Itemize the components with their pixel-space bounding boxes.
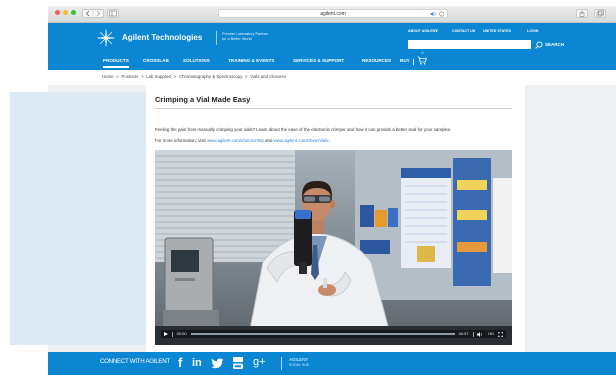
cart-icon[interactable] bbox=[417, 56, 427, 65]
speaker-icon[interactable] bbox=[430, 11, 437, 17]
nav-services-support[interactable]: SERVICES & SUPPORT bbox=[293, 58, 344, 64]
more-info-line: For more information, visit www.agilent.… bbox=[155, 138, 330, 143]
back-icon[interactable] bbox=[85, 10, 90, 17]
breadcrumb-separator: > bbox=[116, 74, 119, 79]
video-controls: 00:00 00:57 HD bbox=[161, 330, 506, 338]
video-frame bbox=[155, 150, 512, 345]
contact-us-link[interactable]: CONTACT US bbox=[452, 29, 475, 34]
breadcrumb-separator: > bbox=[245, 74, 248, 79]
video-current-time: 00:00 bbox=[176, 331, 187, 336]
play-icon[interactable] bbox=[164, 332, 168, 336]
zoom-window-button[interactable] bbox=[71, 10, 76, 15]
controls-divider bbox=[472, 331, 474, 337]
search-input[interactable] bbox=[408, 40, 531, 49]
controls-divider bbox=[172, 331, 173, 337]
more-info-prefix: For more information, visit bbox=[155, 138, 206, 143]
address-bar[interactable]: agilent.com bbox=[218, 9, 448, 18]
background-panel bbox=[10, 92, 146, 345]
title-divider bbox=[155, 108, 512, 109]
vials-link[interactable]: www.agilent.com/chem/vials bbox=[274, 138, 329, 143]
social-hub-title[interactable]: AGILENT bbox=[289, 357, 308, 363]
linkedin-icon[interactable]: in bbox=[192, 358, 202, 369]
electronic-crimper bbox=[294, 210, 312, 274]
youtube-icon[interactable] bbox=[232, 356, 244, 370]
fullscreen-icon[interactable] bbox=[498, 331, 503, 337]
nav-buy[interactable]: BUY bbox=[400, 58, 410, 64]
search-icon[interactable] bbox=[535, 40, 543, 49]
forward-icon[interactable] bbox=[96, 10, 101, 17]
video-player[interactable]: 00:00 00:57 HD bbox=[155, 150, 512, 345]
share-button[interactable] bbox=[576, 9, 588, 18]
tabs-icon bbox=[596, 10, 604, 17]
volume-icon[interactable] bbox=[477, 331, 484, 337]
minimize-window-button[interactable] bbox=[63, 10, 68, 15]
footer-divider bbox=[281, 357, 282, 370]
breadcrumb-lab-supplies[interactable]: Lab Supplies bbox=[146, 74, 171, 79]
breadcrumb-separator: > bbox=[173, 74, 177, 79]
breadcrumb-chromatography[interactable]: Chromatography & Spectroscopy bbox=[179, 74, 242, 79]
hd-quality-toggle[interactable]: HD bbox=[488, 332, 494, 336]
lab-instrument bbox=[163, 237, 219, 330]
reload-icon[interactable] bbox=[439, 11, 445, 17]
more-info-suffix: . bbox=[328, 138, 330, 143]
chevron-down-icon bbox=[435, 30, 438, 33]
close-window-button[interactable] bbox=[55, 10, 60, 15]
back-forward-group bbox=[82, 9, 104, 18]
nav-training-events[interactable]: TRAINING & EVENTS bbox=[228, 58, 274, 64]
video-total-time: 00:57 bbox=[458, 331, 469, 336]
tagline-line-2: for a Better World bbox=[222, 37, 252, 41]
video-progress-bar[interactable] bbox=[190, 333, 455, 335]
breadcrumb-separator: > bbox=[141, 74, 144, 79]
googleplus-icon[interactable]: g+ bbox=[253, 357, 266, 368]
header-divider bbox=[216, 31, 217, 45]
nav-solutions[interactable]: SOLUTIONS bbox=[183, 58, 210, 64]
nav-products[interactable]: PRODUCTS bbox=[103, 58, 129, 64]
search-button[interactable]: SEARCH bbox=[545, 42, 564, 48]
page-title: Crimping a Vial Made Easy bbox=[155, 95, 251, 104]
country-selector-link[interactable]: UNITED STATES bbox=[483, 29, 511, 34]
breadcrumb-vials-closures[interactable]: Vials and Closures bbox=[250, 74, 286, 79]
breadcrumb-home[interactable]: Home bbox=[102, 74, 113, 79]
about-agilent-link[interactable]: ABOUT AGILENT bbox=[408, 29, 437, 34]
nav-active-indicator bbox=[103, 66, 129, 68]
agilent-spark-logo-icon[interactable] bbox=[97, 29, 115, 47]
login-link[interactable]: LOGIN bbox=[527, 29, 538, 34]
facebook-icon[interactable]: f bbox=[178, 356, 182, 369]
nav-divider bbox=[413, 58, 414, 65]
twitter-icon[interactable] bbox=[211, 358, 224, 369]
nav-resources[interactable]: RESOURCES bbox=[362, 58, 391, 64]
crimp-link[interactable]: www.agilent.com/chem/crimp bbox=[207, 138, 264, 143]
breadcrumb-products[interactable]: Products bbox=[121, 74, 138, 79]
cart-count-badge: 0 bbox=[421, 50, 424, 55]
sidebar-icon bbox=[109, 10, 117, 17]
breadcrumb: Home > Products > Lab Supplies > Chromat… bbox=[102, 74, 288, 79]
brand-name[interactable]: Agilent Technologies bbox=[122, 34, 202, 42]
sidebar-button[interactable] bbox=[107, 9, 119, 18]
connect-with-agilent-label: CONNECT WITH AGILENT bbox=[100, 358, 170, 365]
nav-crosslab[interactable]: CROSSLAB bbox=[143, 58, 169, 64]
url-text: agilent.com bbox=[320, 11, 346, 17]
more-info-conjunction: and bbox=[265, 138, 273, 143]
article-intro: Feeling the pain from manually crimping … bbox=[155, 127, 452, 132]
tabs-button[interactable] bbox=[594, 9, 606, 18]
social-hub-subtitle[interactable]: SOCIAL HUB bbox=[289, 363, 309, 367]
screen: agilent.com Agilent Technologies Premier… bbox=[0, 0, 616, 375]
share-icon bbox=[579, 10, 585, 17]
